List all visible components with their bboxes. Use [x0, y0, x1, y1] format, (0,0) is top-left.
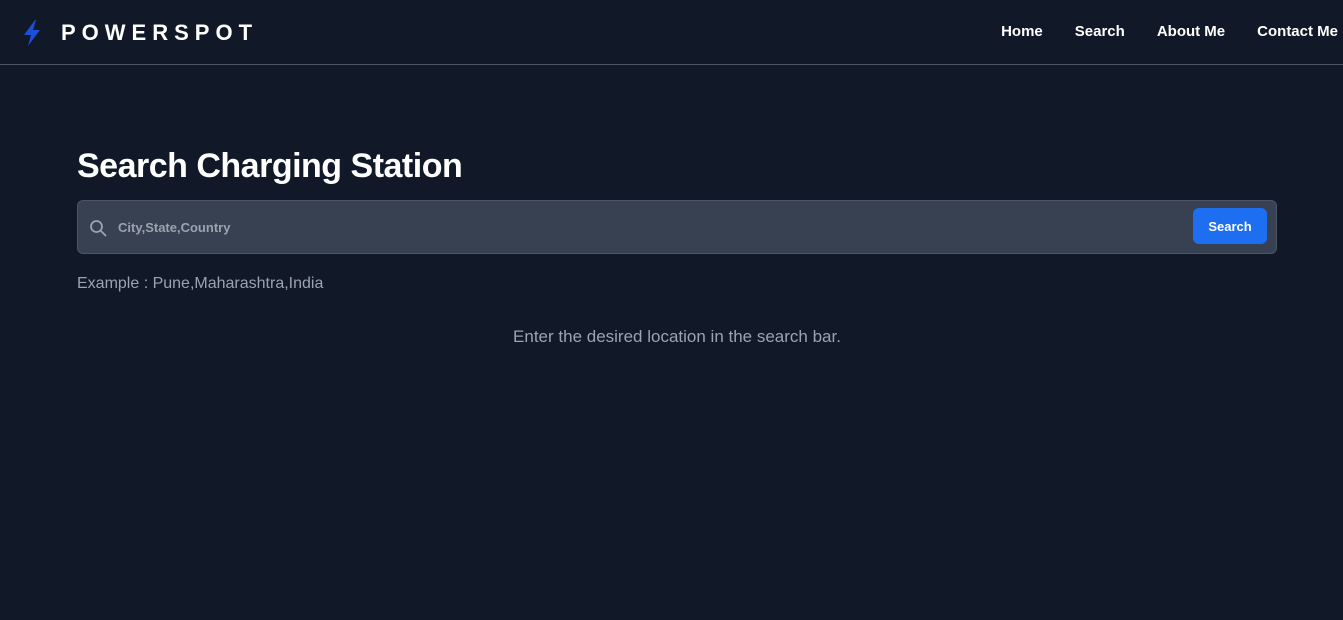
top-navbar: POWERSPOT Home Search About Me Contact M…: [0, 0, 1343, 65]
search-input[interactable]: [118, 211, 1188, 243]
search-icon: [90, 220, 107, 237]
main-content: Search Charging Station Search Example :…: [77, 145, 1277, 346]
page-title: Search Charging Station: [77, 147, 463, 185]
nav-links: Home Search About Me Contact Me: [1001, 22, 1338, 42]
lightning-bolt-icon: [24, 20, 40, 46]
nav-link-contact-me[interactable]: Contact Me: [1257, 22, 1338, 42]
hint-text: Enter the desired location in the search…: [513, 327, 841, 346]
nav-link-about-me[interactable]: About Me: [1157, 22, 1225, 42]
brand-name: POWERSPOT: [61, 20, 259, 45]
nav-link-home[interactable]: Home: [1001, 22, 1043, 42]
search-bar: Search: [77, 200, 1277, 254]
search-button[interactable]: Search: [1193, 208, 1267, 244]
example-text: Example : Pune,Maharashtra,India: [77, 275, 324, 292]
nav-link-search[interactable]: Search: [1075, 22, 1125, 42]
brand-logo[interactable]: POWERSPOT: [21, 17, 258, 49]
